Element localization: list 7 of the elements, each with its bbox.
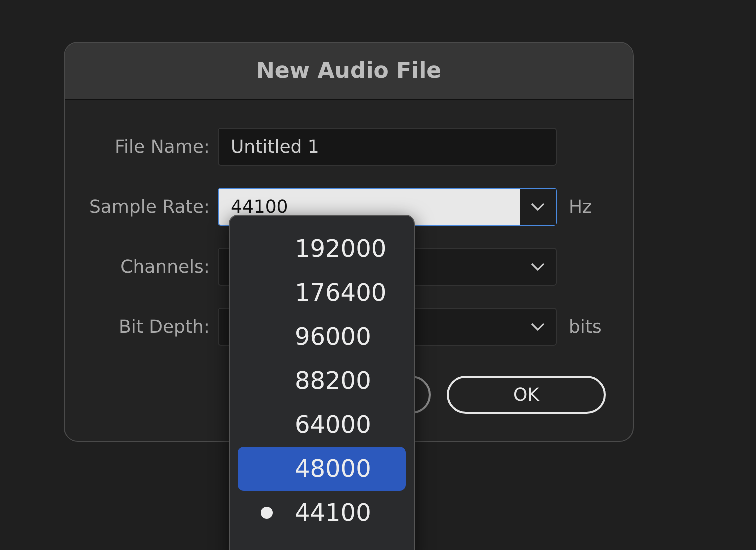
unit-label: bits: [569, 316, 602, 338]
field-label: Channels:: [120, 256, 211, 278]
unit-label: Hz: [569, 196, 592, 218]
dialog-title: New Audio File: [256, 58, 442, 84]
field-label: Sample Rate:: [88, 196, 211, 218]
field-label: Bit Depth:: [118, 316, 211, 338]
field-label: File Name:: [114, 136, 211, 158]
